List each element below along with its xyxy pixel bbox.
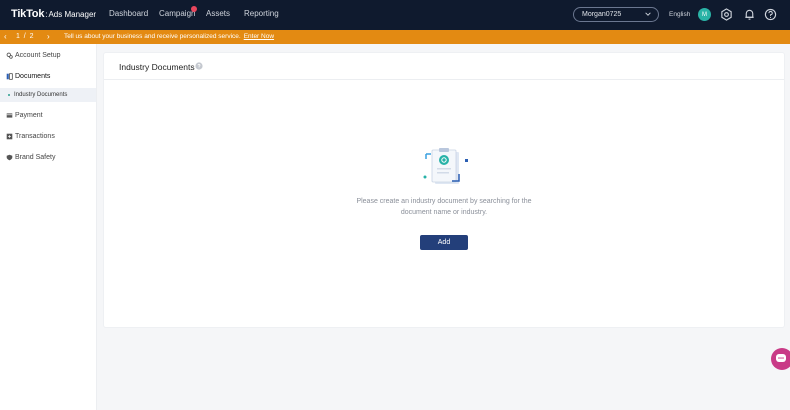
sidebar-item-brand-safety[interactable]: Brand Safety (6, 154, 55, 161)
transactions-icon (6, 133, 13, 140)
notice-banner: ‹ 1 / 2 › Tell us about your business an… (0, 30, 790, 44)
banner-page-sep: / (23, 33, 26, 40)
avatar[interactable]: M (698, 8, 711, 21)
top-nav: TikTok : Ads Manager Dashboard Campaign … (0, 0, 790, 30)
sidebar-item-transactions[interactable]: Transactions (6, 133, 55, 140)
sidebar-item-label: Account Setup (15, 52, 61, 59)
sidebar-item-label: Documents (15, 73, 51, 80)
sidebar-item-label: Brand Safety (15, 154, 56, 161)
banner-prev-icon[interactable]: ‹ (4, 32, 7, 41)
banner-message: Tell us about your business and receive … (64, 33, 274, 40)
bullet-icon (8, 94, 10, 96)
logo-subtitle: Ads Manager (48, 10, 97, 19)
banner-pager: 1 / 2 (16, 33, 34, 40)
banner-message-text: Tell us about your business and receive … (64, 33, 241, 40)
nav-campaign[interactable]: Campaign (159, 9, 195, 18)
account-setup-icon (6, 52, 13, 59)
sidebar-item-label: Payment (15, 112, 43, 119)
sidebar-item-account-setup[interactable]: Account Setup (6, 52, 61, 59)
chat-icon (776, 354, 786, 362)
banner-link[interactable]: Enter Now (244, 33, 274, 40)
question-icon[interactable] (195, 62, 203, 70)
payment-icon (6, 113, 13, 118)
main-card: Industry Documents Please create an indu… (104, 53, 784, 327)
chevron-down-icon (645, 12, 651, 16)
sidebar-sub-label: Industry Documents (14, 92, 68, 98)
account-select[interactable]: Morgan0725 (573, 7, 659, 22)
banner-page-total: 2 (29, 33, 34, 40)
page-title: Industry Documents (119, 62, 195, 72)
account-name: Morgan0725 (582, 11, 622, 18)
empty-state-line-2: document name or industry. (400, 209, 488, 216)
documents-icon (6, 73, 13, 80)
empty-state-line-1: Please create an industry document by se… (356, 198, 532, 205)
sidebar: Account Setup Documents Industry Documen… (0, 44, 97, 410)
empty-state-message: Please create an industry document by se… (344, 196, 544, 218)
sidebar-item-industry-documents[interactable]: Industry Documents (0, 88, 96, 102)
brand-safety-icon (6, 154, 13, 161)
sidebar-item-documents[interactable]: Documents (6, 73, 50, 80)
bell-icon[interactable] (743, 8, 756, 21)
help-icon[interactable] (764, 8, 777, 21)
sidebar-item-label: Transactions (15, 133, 55, 140)
add-button[interactable]: Add (420, 235, 468, 250)
nav-reporting[interactable]: Reporting (244, 9, 279, 18)
logo-separator: : (45, 10, 48, 19)
language-selector[interactable]: English (669, 11, 690, 18)
notification-dot (191, 6, 197, 12)
banner-page-current: 1 (16, 33, 20, 40)
nav-dashboard[interactable]: Dashboard (109, 9, 148, 18)
banner-next-icon[interactable]: › (47, 32, 50, 41)
logo[interactable]: TikTok : Ads Manager (11, 8, 96, 20)
logo-brand: TikTok (11, 8, 45, 20)
sidebar-item-payment[interactable]: Payment (6, 112, 43, 119)
card-header: Industry Documents (104, 53, 784, 80)
chat-button[interactable] (771, 348, 790, 370)
nav-assets[interactable]: Assets (206, 9, 230, 18)
empty-state-illustration-icon (423, 148, 468, 184)
settings-icon[interactable] (720, 8, 733, 21)
